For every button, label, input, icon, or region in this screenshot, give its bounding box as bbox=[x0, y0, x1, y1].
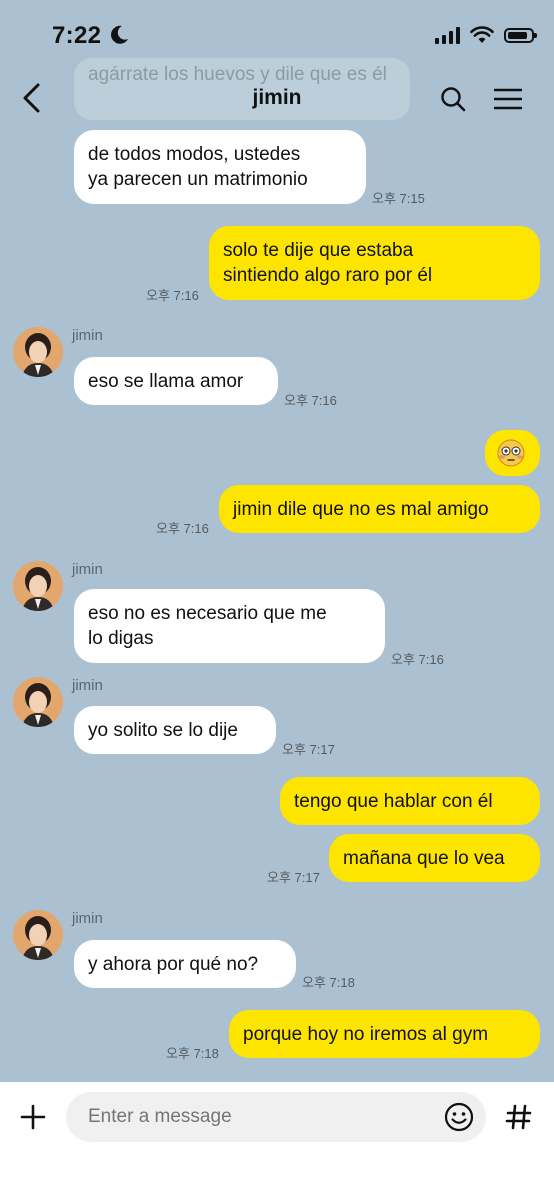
message-time: 오후 7:17 bbox=[267, 870, 320, 885]
sender-name: jimin bbox=[72, 677, 103, 694]
message-bubble[interactable]: eso se llama amor bbox=[74, 357, 278, 405]
attach-button[interactable] bbox=[16, 1100, 50, 1134]
hash-icon bbox=[505, 1104, 532, 1130]
message-bubble[interactable]: de todos modos, ustedes ya parecen un ma… bbox=[74, 130, 366, 204]
message-time: 오후 7:18 bbox=[166, 1046, 219, 1061]
message-bubble[interactable]: mañana que lo vea bbox=[329, 834, 540, 882]
hamburger-icon bbox=[493, 88, 523, 110]
message-time: 오후 7:17 bbox=[282, 742, 335, 757]
message-text: jimin dile que no es mal amigo bbox=[233, 499, 489, 520]
message-text: yo solito se lo dije bbox=[88, 720, 238, 741]
message-text: solo te dije que estaba bbox=[223, 240, 414, 261]
plus-icon bbox=[20, 1104, 46, 1130]
message-time: 오후 7:18 bbox=[302, 975, 355, 990]
avatar[interactable] bbox=[13, 561, 63, 611]
message-text: lo digas bbox=[88, 628, 154, 649]
message-text: y ahora por qué no? bbox=[88, 954, 259, 975]
moon-icon bbox=[108, 24, 130, 51]
battery-icon bbox=[504, 27, 537, 43]
sender-name: jimin bbox=[72, 561, 103, 578]
message-bubble[interactable]: solo te dije que estaba sintiendo algo r… bbox=[209, 226, 540, 300]
sender-name: jimin bbox=[72, 910, 103, 927]
message-text: sintiendo algo raro por él bbox=[223, 265, 433, 286]
message-text: eso no es necesario que me bbox=[88, 603, 327, 624]
emoji-bubble[interactable] bbox=[485, 430, 540, 476]
wifi-icon bbox=[470, 26, 494, 43]
signal-icon bbox=[435, 26, 460, 44]
chat-title: jimin bbox=[252, 86, 302, 109]
flushed-emoji-icon bbox=[497, 439, 525, 467]
message-time: 오후 7:16 bbox=[146, 288, 199, 303]
avatar[interactable] bbox=[13, 910, 63, 960]
message-text: eso se llama amor bbox=[88, 371, 244, 392]
message-text: de todos modos, ustedes bbox=[88, 144, 301, 165]
search-button[interactable] bbox=[440, 86, 466, 117]
message-bubble[interactable]: y ahora por qué no? bbox=[74, 940, 296, 988]
menu-button[interactable] bbox=[493, 88, 523, 115]
message-bubble[interactable]: yo solito se lo dije bbox=[74, 706, 276, 754]
message-bubble[interactable]: jimin dile que no es mal amigo bbox=[219, 485, 540, 533]
message-time: 오후 7:15 bbox=[372, 191, 425, 206]
avatar[interactable] bbox=[13, 327, 63, 377]
status-time: 7:22 bbox=[52, 22, 102, 49]
message-input[interactable] bbox=[66, 1092, 486, 1142]
message-text: porque hoy no iremos al gym bbox=[243, 1024, 489, 1045]
message-bubble[interactable]: porque hoy no iremos al gym bbox=[229, 1010, 540, 1058]
emoji-button[interactable] bbox=[442, 1100, 476, 1139]
message-time: 오후 7:16 bbox=[156, 521, 209, 536]
message-time: 오후 7:16 bbox=[284, 393, 337, 408]
status-indicators bbox=[435, 26, 537, 44]
hashtag-button[interactable] bbox=[502, 1100, 536, 1139]
message-time: 오후 7:16 bbox=[391, 652, 444, 667]
smiley-icon bbox=[444, 1102, 474, 1132]
sender-name: jimin bbox=[72, 327, 103, 344]
message-bubble[interactable]: tengo que hablar con él bbox=[280, 777, 540, 825]
message-bubble[interactable]: eso no es necesario que me lo digas bbox=[74, 589, 385, 663]
message-text: mañana que lo vea bbox=[343, 848, 505, 869]
search-icon bbox=[441, 87, 466, 112]
message-text: ya parecen un matrimonio bbox=[88, 169, 308, 190]
avatar[interactable] bbox=[13, 677, 63, 727]
message-text: tengo que hablar con él bbox=[294, 791, 493, 812]
